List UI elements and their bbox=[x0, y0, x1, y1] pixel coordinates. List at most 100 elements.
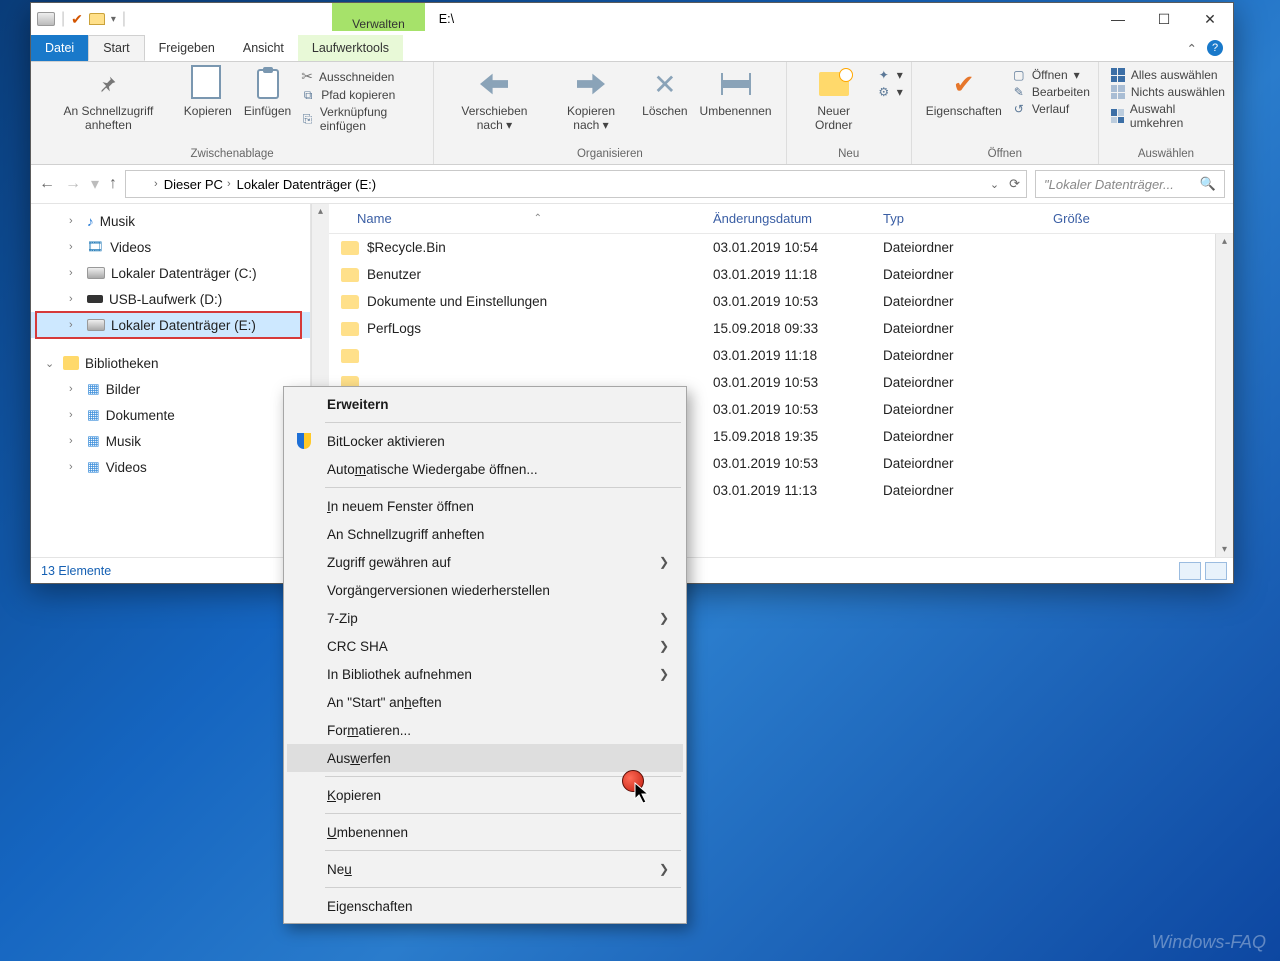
col-size[interactable]: Größe bbox=[1039, 204, 1233, 233]
properties-button[interactable]: ✔Eigenschaften bbox=[920, 66, 1008, 120]
menu-add-to-library[interactable]: In Bibliothek aufnehmen❯ bbox=[287, 660, 683, 688]
folder-icon bbox=[341, 349, 359, 363]
copy-to-button[interactable]: Kopieren nach ▾ bbox=[547, 66, 636, 134]
tree-item[interactable]: ›▦Bilder bbox=[31, 376, 310, 402]
menu-pin-quickaccess[interactable]: An Schnellzugriff anheften bbox=[287, 520, 683, 548]
tree-item[interactable]: ›Lokaler Datenträger (E:) bbox=[31, 312, 310, 338]
rename-button[interactable]: Umbenennen bbox=[694, 66, 778, 120]
pin-quickaccess-button[interactable]: An Schnellzugriff anheften bbox=[39, 66, 178, 134]
menu-autoplay[interactable]: Automatische Wiedergabe öffnen... bbox=[287, 455, 683, 483]
new-folder-button[interactable]: Neuer Ordner bbox=[795, 66, 873, 134]
edit-button[interactable]: ✎Bearbeiten bbox=[1012, 85, 1090, 99]
menu-previous-versions[interactable]: Vorgängerversionen wiederherstellen bbox=[287, 576, 683, 604]
col-date[interactable]: Änderungsdatum bbox=[699, 204, 869, 233]
file-row[interactable]: Benutzer03.01.2019 11:18Dateiordner bbox=[329, 261, 1215, 288]
tab-ansicht[interactable]: Ansicht bbox=[229, 35, 298, 61]
search-placeholder: "Lokaler Datenträger... bbox=[1044, 177, 1174, 192]
select-all-button[interactable]: Alles auswählen bbox=[1111, 68, 1225, 82]
collapse-ribbon-icon[interactable]: ⌃ bbox=[1187, 41, 1197, 56]
open-button[interactable]: ▢Öffnen ▾ bbox=[1012, 68, 1090, 82]
menu-new[interactable]: Neu❯ bbox=[287, 855, 683, 883]
file-row[interactable]: Dokumente und Einstellungen03.01.2019 10… bbox=[329, 288, 1215, 315]
ribbon-group-organize: Verschieben nach ▾ Kopieren nach ▾ ✕Lösc… bbox=[434, 62, 786, 164]
menu-eject[interactable]: Auswerfen bbox=[287, 744, 683, 772]
file-row[interactable]: 03.01.2019 11:18Dateiordner bbox=[329, 342, 1215, 369]
btn-label: Verknüpfung einfügen bbox=[320, 105, 425, 133]
menu-new-window[interactable]: In neuem Fenster öffnen bbox=[287, 492, 683, 520]
paste-button[interactable]: Einfügen bbox=[238, 66, 297, 120]
new-item-button[interactable]: ✦▾ bbox=[877, 68, 903, 82]
menu-properties[interactable]: Eigenschaften bbox=[287, 892, 683, 920]
tab-freigeben[interactable]: Freigeben bbox=[145, 35, 229, 61]
delete-button[interactable]: ✕Löschen bbox=[636, 66, 693, 120]
menu-crc-sha[interactable]: CRC SHA❯ bbox=[287, 632, 683, 660]
file-row[interactable]: PerfLogs15.09.2018 09:33Dateiordner bbox=[329, 315, 1215, 342]
refresh-icon[interactable]: ⟳ bbox=[1009, 176, 1020, 192]
menu-copy[interactable]: Kopieren bbox=[287, 781, 683, 809]
back-button[interactable]: ← bbox=[39, 175, 55, 193]
tree-item[interactable]: ›▦Musik bbox=[31, 428, 310, 454]
menu-bitlocker[interactable]: BitLocker aktivieren bbox=[287, 427, 683, 455]
col-type[interactable]: Typ bbox=[869, 204, 1039, 233]
titlebar: | ✔ ▾ | Verwalten E:\ — ☐ ✕ bbox=[31, 3, 1233, 35]
menu-format[interactable]: Formatieren... bbox=[287, 716, 683, 744]
crumb-pc[interactable]: Dieser PC› bbox=[164, 177, 231, 192]
content-scrollbar[interactable]: ▴▾ bbox=[1215, 234, 1233, 557]
shield-icon bbox=[297, 433, 311, 449]
tree-item[interactable]: ›▦Dokumente bbox=[31, 402, 310, 428]
btn-label: Eigenschaften bbox=[926, 104, 1002, 118]
close-button[interactable]: ✕ bbox=[1187, 3, 1233, 35]
view-details-button[interactable] bbox=[1179, 562, 1201, 580]
tree-item-libraries[interactable]: ⌄Bibliotheken bbox=[31, 350, 310, 376]
up-button[interactable]: ↑ bbox=[109, 175, 117, 193]
path-dropdown-icon[interactable]: ⌄ bbox=[990, 178, 999, 191]
cut-button[interactable]: ✂Ausschneiden bbox=[301, 68, 425, 85]
ribbon-group-open: ✔Eigenschaften ▢Öffnen ▾ ✎Bearbeiten ↺Ve… bbox=[912, 62, 1099, 164]
tab-start[interactable]: Start bbox=[88, 35, 144, 61]
menu-grant-access[interactable]: Zugriff gewähren auf❯ bbox=[287, 548, 683, 576]
tree-item[interactable]: ›▦Videos bbox=[31, 454, 310, 480]
tree-item[interactable]: ›USB-Laufwerk (D:) bbox=[31, 286, 310, 312]
tree-item[interactable]: ›♪Musik bbox=[31, 208, 310, 234]
crumb-drive[interactable]: Lokaler Datenträger (E:) bbox=[237, 177, 376, 192]
view-icons-button[interactable] bbox=[1205, 562, 1227, 580]
contextual-tab-header: Verwalten bbox=[332, 3, 425, 31]
checkmark-icon[interactable]: ✔ bbox=[71, 11, 83, 28]
tree-item[interactable]: ›🎞Videos bbox=[31, 234, 310, 260]
paste-shortcut-button[interactable]: ⎘Verknüpfung einfügen bbox=[301, 105, 425, 133]
menu-rename[interactable]: Umbenennen bbox=[287, 818, 683, 846]
minimize-button[interactable]: — bbox=[1095, 3, 1141, 35]
help-icon[interactable]: ? bbox=[1207, 40, 1223, 56]
btn-label: Alles auswählen bbox=[1131, 68, 1218, 82]
tree-item[interactable]: ›Lokaler Datenträger (C:) bbox=[31, 260, 310, 286]
folder-icon bbox=[341, 295, 359, 309]
breadcrumb[interactable]: › Dieser PC› Lokaler Datenträger (E:) ⌄ … bbox=[125, 170, 1027, 198]
folder-icon[interactable] bbox=[89, 13, 105, 25]
search-input[interactable]: "Lokaler Datenträger...🔍 bbox=[1035, 170, 1225, 198]
chevron-down-icon[interactable]: ▾ bbox=[111, 14, 116, 25]
copy-button[interactable]: Kopieren bbox=[178, 66, 238, 120]
ribbon: An Schnellzugriff anheften Kopieren Einf… bbox=[31, 62, 1233, 165]
context-menu: Erweitern BitLocker aktivieren Automatis… bbox=[283, 386, 687, 924]
easy-access-button[interactable]: ⚙▾ bbox=[877, 85, 903, 99]
btn-label: An Schnellzugriff anheften bbox=[45, 104, 172, 132]
history-dropdown[interactable]: ▾ bbox=[91, 174, 99, 194]
btn-label: Umbenennen bbox=[700, 104, 772, 118]
tab-datei[interactable]: Datei bbox=[31, 35, 88, 61]
forward-button[interactable]: → bbox=[65, 175, 81, 193]
btn-label: Kopieren nach ▾ bbox=[553, 104, 630, 132]
invert-selection-button[interactable]: Auswahl umkehren bbox=[1111, 102, 1225, 130]
menu-expand[interactable]: Erweitern bbox=[287, 390, 683, 418]
select-none-button[interactable]: Nichts auswählen bbox=[1111, 85, 1225, 99]
contextual-tab-label: Verwalten bbox=[352, 17, 405, 31]
watermark: Windows-FAQ bbox=[1151, 932, 1266, 953]
file-row[interactable]: $Recycle.Bin03.01.2019 10:54Dateiordner bbox=[329, 234, 1215, 261]
move-to-button[interactable]: Verschieben nach ▾ bbox=[442, 66, 547, 134]
col-name[interactable]: Name⌃ bbox=[329, 204, 699, 233]
history-button[interactable]: ↺Verlauf bbox=[1012, 102, 1090, 116]
menu-7zip[interactable]: 7-Zip❯ bbox=[287, 604, 683, 632]
tab-laufwerktools[interactable]: Laufwerktools bbox=[298, 35, 403, 61]
copy-path-button[interactable]: ⧉Pfad kopieren bbox=[301, 88, 425, 102]
menu-pin-start[interactable]: An "Start" anheften bbox=[287, 688, 683, 716]
maximize-button[interactable]: ☐ bbox=[1141, 3, 1187, 35]
